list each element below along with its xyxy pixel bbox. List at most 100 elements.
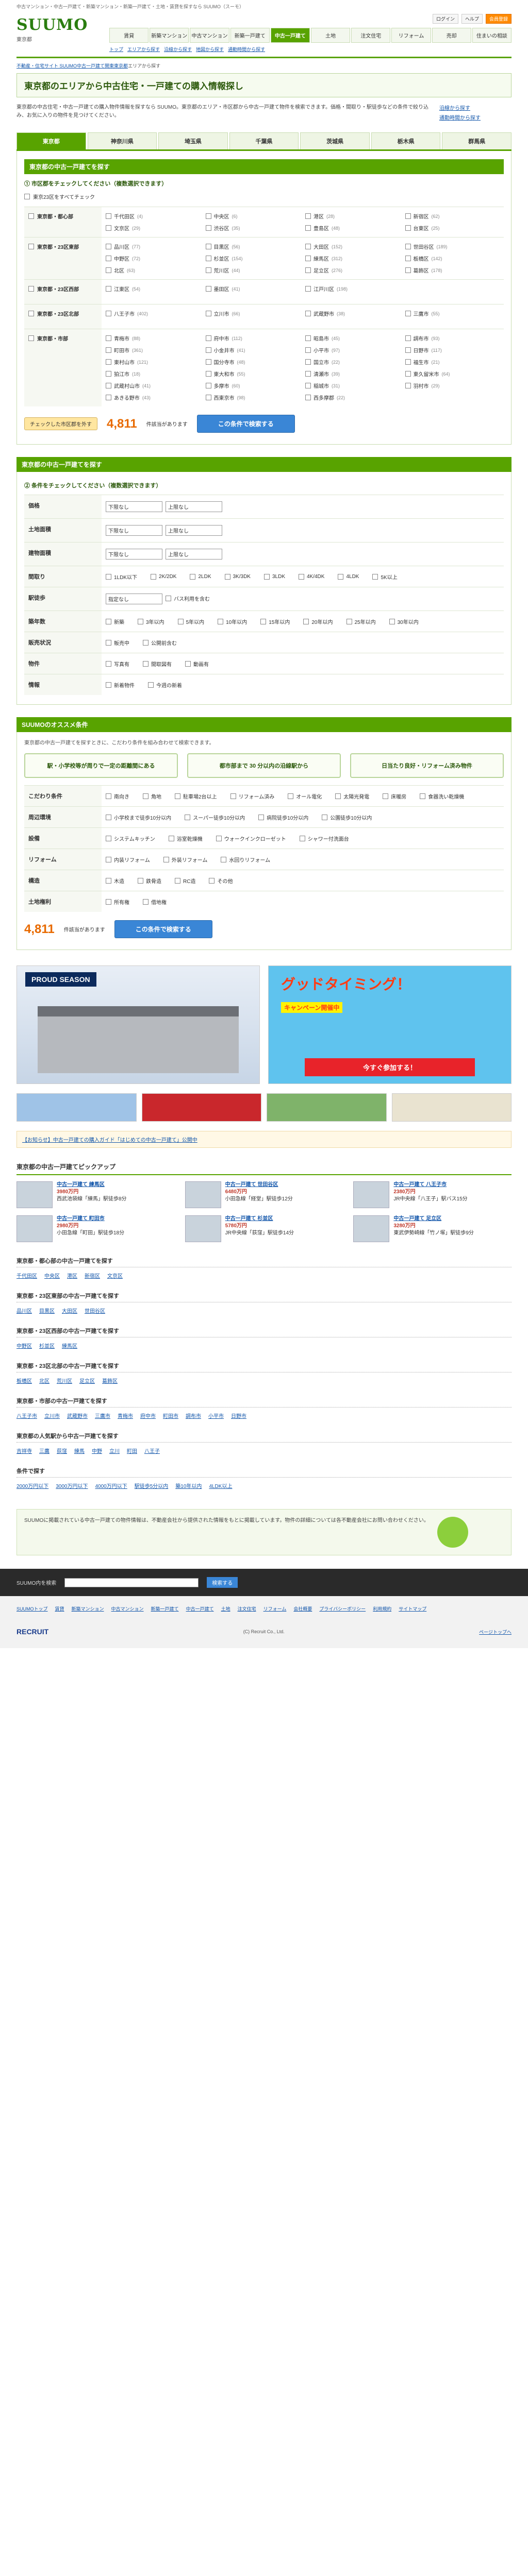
checkbox-option[interactable]: 東大和市 (55): [205, 370, 301, 378]
link-item[interactable]: 品川区: [16, 1307, 32, 1314]
checkbox-option[interactable]: 江戸川区 (198): [305, 285, 400, 293]
listing-photo[interactable]: [185, 1181, 221, 1208]
checkbox-option[interactable]: 北区 (63): [106, 266, 201, 274]
thumb-banner[interactable]: [267, 1093, 387, 1122]
banner-campaign[interactable]: グッドタイミング！ キャンペーン開催中 今すぐ参加する！: [268, 965, 512, 1084]
checkbox-option[interactable]: RC造: [175, 877, 195, 885]
checkbox[interactable]: [372, 573, 378, 580]
link-item[interactable]: 吉祥寺: [16, 1447, 32, 1454]
footer-link[interactable]: リフォーム: [263, 1605, 287, 1612]
checkbox[interactable]: [143, 899, 148, 905]
checkbox[interactable]: [106, 244, 111, 249]
condition-select[interactable]: 上限なし: [166, 549, 222, 560]
checkbox-option[interactable]: 公園徒歩10分以内: [322, 814, 372, 821]
thumb-banner[interactable]: [16, 1093, 137, 1122]
checkbox-option[interactable]: 20年以内: [303, 618, 333, 625]
checkbox[interactable]: [106, 682, 111, 688]
gnav-item[interactable]: 新築一戸建て: [230, 28, 270, 43]
checkbox[interactable]: [338, 573, 344, 580]
checkbox-option[interactable]: バス利用を含む: [166, 595, 210, 602]
link-item[interactable]: 4LDK以上: [209, 1482, 232, 1489]
checkbox-option[interactable]: 1LDK以下: [106, 573, 137, 581]
info-notice[interactable]: 【お知らせ】中古一戸建ての購入ガイド「はじめての中古一戸建て」公開中: [16, 1131, 512, 1148]
checkbox[interactable]: [305, 335, 311, 341]
checkbox-option[interactable]: 2LDK: [190, 573, 211, 581]
link-item[interactable]: 練馬区: [62, 1342, 77, 1349]
checkbox[interactable]: [405, 347, 411, 353]
checkbox[interactable]: [260, 618, 267, 624]
thumb-banner[interactable]: [141, 1093, 261, 1122]
checkbox-option[interactable]: 公開前含む: [143, 639, 177, 647]
checkbox-option[interactable]: 25年以内: [346, 618, 376, 625]
side-link[interactable]: 通勤時間から探す: [439, 113, 512, 121]
banner-proud-season[interactable]: PROUD SEASON: [16, 965, 260, 1084]
side-link[interactable]: 沿線から探す: [439, 104, 512, 111]
tab-prefecture[interactable]: 神奈川県: [87, 132, 157, 149]
checkbox-option[interactable]: 三鷹市 (55): [405, 310, 500, 317]
gnav-item[interactable]: 売却: [432, 28, 471, 43]
checkbox-option[interactable]: 南向き: [106, 792, 129, 800]
checkbox-option[interactable]: 東久留米市 (64): [405, 370, 500, 378]
checkbox[interactable]: [383, 793, 389, 799]
checkbox[interactable]: [175, 877, 180, 884]
checkbox[interactable]: [143, 660, 148, 667]
link-item[interactable]: 築10年以内: [175, 1482, 202, 1489]
checkbox[interactable]: [405, 311, 411, 316]
checkbox-option[interactable]: 品川区 (77): [106, 243, 201, 250]
gnav-item[interactable]: 注文住宅: [351, 28, 391, 43]
listing-item[interactable]: 中古一戸建て 練馬区 3980万円 西武池袋線「練馬」駅徒歩8分: [16, 1181, 175, 1208]
link-item[interactable]: 杉並区: [39, 1342, 55, 1349]
checkbox-option[interactable]: 荒川区 (44): [205, 266, 301, 274]
region-check[interactable]: 東京都・都心部: [28, 212, 97, 220]
checkbox[interactable]: [305, 371, 311, 377]
subnav-link[interactable]: 通勤時間から探す: [228, 46, 265, 53]
checkbox[interactable]: [106, 359, 111, 365]
checkbox-option[interactable]: 狛江市 (18): [106, 370, 201, 378]
checkbox-option[interactable]: 内装リフォーム: [106, 856, 150, 863]
link-item[interactable]: 3000万円以下: [56, 1482, 88, 1489]
checkbox-option[interactable]: 墨田区 (41): [205, 285, 301, 293]
check-all-23ku[interactable]: 東京23区をすべてチェック: [24, 193, 504, 200]
checkbox[interactable]: [205, 395, 211, 400]
checkbox[interactable]: [305, 311, 311, 316]
checkbox-option[interactable]: 写真有: [106, 660, 129, 668]
checkbox[interactable]: [205, 359, 211, 365]
link-item[interactable]: 大田区: [62, 1307, 77, 1314]
checkbox[interactable]: [263, 573, 270, 580]
region-check[interactable]: 東京都・23区東部: [28, 243, 97, 250]
checkbox[interactable]: [205, 267, 211, 273]
checkbox-option[interactable]: 西多摩郡 (22): [305, 394, 400, 401]
checkbox-option[interactable]: システムキッチン: [106, 835, 155, 842]
listing-photo[interactable]: [16, 1181, 53, 1208]
tab-prefecture[interactable]: 千葉県: [229, 132, 299, 149]
checkbox[interactable]: [209, 877, 215, 884]
checkbox[interactable]: [305, 244, 311, 249]
region-check[interactable]: 東京都・23区北部: [28, 310, 97, 317]
listing-title-link[interactable]: 中古一戸建て 足立区: [393, 1216, 441, 1222]
checkbox[interactable]: [305, 213, 311, 219]
util-link[interactable]: ログイン: [432, 14, 458, 24]
checkbox[interactable]: [405, 225, 411, 231]
checkbox[interactable]: [405, 267, 411, 273]
checkbox[interactable]: [305, 347, 311, 353]
checkbox[interactable]: [420, 793, 426, 799]
search-button[interactable]: この条件で検索する: [196, 415, 295, 433]
checkbox-option[interactable]: 動画有: [185, 660, 209, 668]
checkbox-option[interactable]: 4K/4DK: [298, 573, 324, 581]
checkbox[interactable]: [148, 682, 154, 688]
checkbox-option[interactable]: 板橋区 (142): [405, 255, 500, 262]
checkbox[interactable]: [106, 267, 111, 273]
checkbox-option[interactable]: 日野市 (117): [405, 346, 500, 354]
util-link[interactable]: 会員登録: [485, 14, 512, 24]
checkbox[interactable]: [106, 395, 111, 400]
checkbox[interactable]: [205, 335, 211, 341]
footer-link[interactable]: 中古マンション: [111, 1605, 144, 1612]
checkbox[interactable]: [405, 256, 411, 261]
checkbox-option[interactable]: あきる野市 (43): [106, 394, 201, 401]
checkbox[interactable]: [28, 244, 34, 249]
checkbox[interactable]: [106, 225, 111, 231]
link-item[interactable]: 立川市: [44, 1412, 60, 1419]
tab-prefecture[interactable]: 埼玉県: [158, 132, 228, 149]
checkbox-option[interactable]: 西東京市 (98): [205, 394, 301, 401]
checkbox-option[interactable]: スーパー徒歩10分以内: [185, 814, 245, 821]
